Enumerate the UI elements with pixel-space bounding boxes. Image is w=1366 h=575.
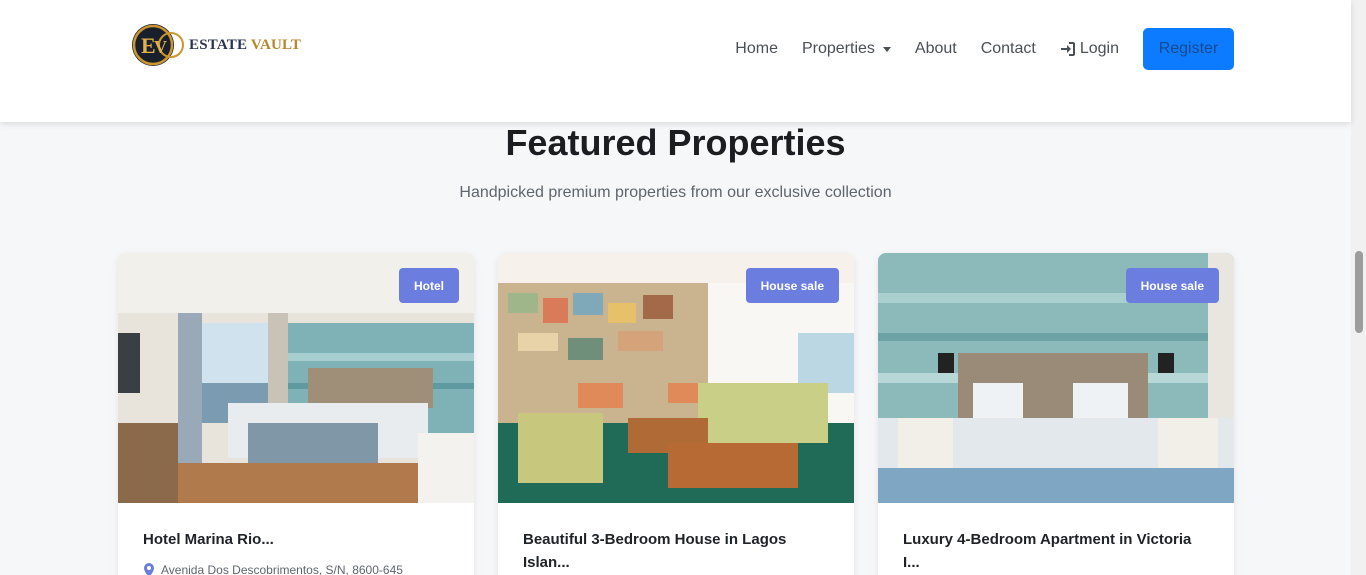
property-card[interactable]: House sale Beautiful 3-Bedroom House in …	[498, 253, 854, 575]
nav-login-label: Login	[1079, 40, 1119, 57]
property-card[interactable]: Hotel Hotel Marina Rio... Avenida Dos De…	[118, 253, 474, 575]
caret-down-icon	[882, 46, 891, 52]
property-title[interactable]: Hotel Marina Rio...	[143, 528, 449, 551]
estate-vault-logo-icon: E V	[132, 24, 184, 66]
brand-logo[interactable]: E V ESTATE VAULT	[131, 22, 301, 68]
brand-name-part2: VAULT	[250, 36, 302, 53]
card-body: Beautiful 3-Bedroom House in Lagos Islan…	[498, 503, 854, 574]
property-title[interactable]: Beautiful 3-Bedroom House in Lagos Islan…	[523, 528, 829, 574]
property-type-badge: House sale	[1125, 268, 1219, 303]
property-image[interactable]: Hotel	[118, 253, 474, 503]
card-body: Luxury 4-Bedroom Apartment in Victoria I…	[878, 503, 1234, 574]
brand-name-part1: ESTATE	[189, 36, 248, 53]
property-type-badge: House sale	[745, 268, 839, 303]
property-address: Avenida Dos Descobrimentos, S/N, 8600-64…	[161, 563, 403, 575]
register-button[interactable]: Register	[1143, 28, 1234, 70]
nav-properties-dropdown[interactable]: Properties	[802, 40, 891, 58]
featured-subtitle: Handpicked premium properties from our e…	[459, 184, 892, 201]
nav-contact[interactable]: Contact	[981, 40, 1036, 58]
main-nav: Home Properties About Contact Login Regi…	[735, 28, 1234, 70]
featured-title: Featured Properties	[505, 122, 846, 163]
property-location: Avenida Dos Descobrimentos, S/N, 8600-64…	[143, 563, 449, 575]
page-scrollbar[interactable]	[1351, 0, 1366, 575]
property-image[interactable]: House sale	[498, 253, 854, 503]
svg-text:V: V	[154, 37, 167, 57]
top-navbar: E V ESTATE VAULT Home Properties About C…	[0, 0, 1351, 122]
property-image[interactable]: House sale	[878, 253, 1234, 503]
nav-about[interactable]: About	[915, 40, 957, 58]
nav-properties-label: Properties	[801, 40, 875, 57]
nav-home[interactable]: Home	[735, 40, 778, 58]
nav-login[interactable]: Login	[1060, 40, 1119, 58]
property-card[interactable]: House sale Luxury 4-Bedroom Apartment in…	[878, 253, 1234, 575]
property-title[interactable]: Luxury 4-Bedroom Apartment in Victoria I…	[903, 528, 1209, 574]
card-body: Hotel Marina Rio... Avenida Dos Descobri…	[118, 503, 474, 575]
property-type-badge: Hotel	[399, 268, 459, 303]
map-pin-icon	[144, 563, 154, 575]
scrollbar-thumb[interactable]	[1355, 251, 1363, 333]
sign-in-icon	[1060, 42, 1075, 56]
brand-name: ESTATE VAULT	[189, 37, 301, 54]
